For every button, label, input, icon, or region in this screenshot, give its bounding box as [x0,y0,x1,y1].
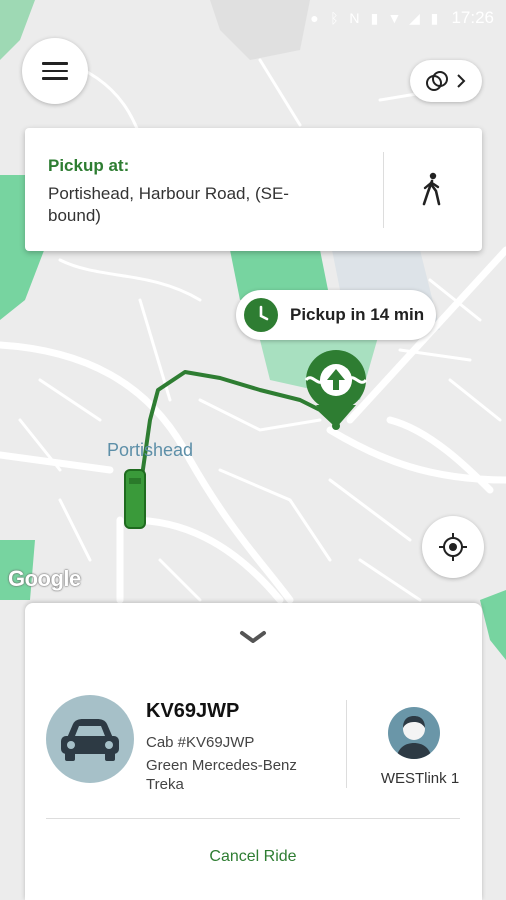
eta-text: Pickup in 14 min [290,305,425,324]
car-description: Green Mercedes-Benz Treka [146,757,297,793]
google-logo: Google [8,566,81,591]
vehicle-avatar [46,695,134,783]
sheet-divider-vertical [346,700,347,788]
cycle-switch-icon [426,71,448,91]
status-bar: ● ᛒ N ▮ ▼ ◢ ▮ 17:26 [0,0,506,36]
chevron-right-icon [457,74,466,88]
cab-id: Cab #KV69JWP [146,734,255,751]
crosshair-icon [439,533,467,561]
car-icon [61,719,119,761]
map-place-label: Portishead [107,440,194,460]
clock-icon [244,298,278,332]
my-location-button[interactable] [422,516,484,578]
driver-name: WESTlink 1 [380,770,460,787]
signal-icon: ◢ [409,10,420,26]
cycle-switch-button[interactable] [410,60,482,102]
chevron-down-icon[interactable] [239,629,267,645]
person-icon [396,716,432,759]
nfc-icon: N [349,10,360,26]
location-icon: ● [310,10,319,26]
ride-details-sheet: KV69JWP Cab #KV69JWP Green Mercedes-Benz… [25,603,482,900]
wifi-icon: ▼ [387,10,402,26]
pickup-card-divider [383,152,384,228]
vehicle-plate: KV69JWP [146,700,240,722]
menu-button[interactable] [22,38,88,104]
cancel-ride-button[interactable]: Cancel Ride [46,839,460,875]
pickup-label: Pickup at: [48,156,130,175]
status-time: 17:26 [451,8,494,27]
driver-avatar [388,707,440,759]
pickup-card[interactable]: Pickup at: Portishead, Harbour Road, (SE… [25,128,482,251]
pickup-address: Portishead, Harbour Road, (SE-bound) [48,184,289,225]
sheet-divider-horizontal [46,818,460,819]
pickup-pin-icon [304,350,368,430]
bluetooth-icon: ᛒ [330,10,339,26]
walking-person-icon[interactable] [417,172,447,206]
eta-badge: Pickup in 14 min [236,290,436,340]
menu-icon [42,62,68,80]
vibrate-icon: ▮ [370,10,379,26]
battery-icon: ▮ [430,10,439,26]
